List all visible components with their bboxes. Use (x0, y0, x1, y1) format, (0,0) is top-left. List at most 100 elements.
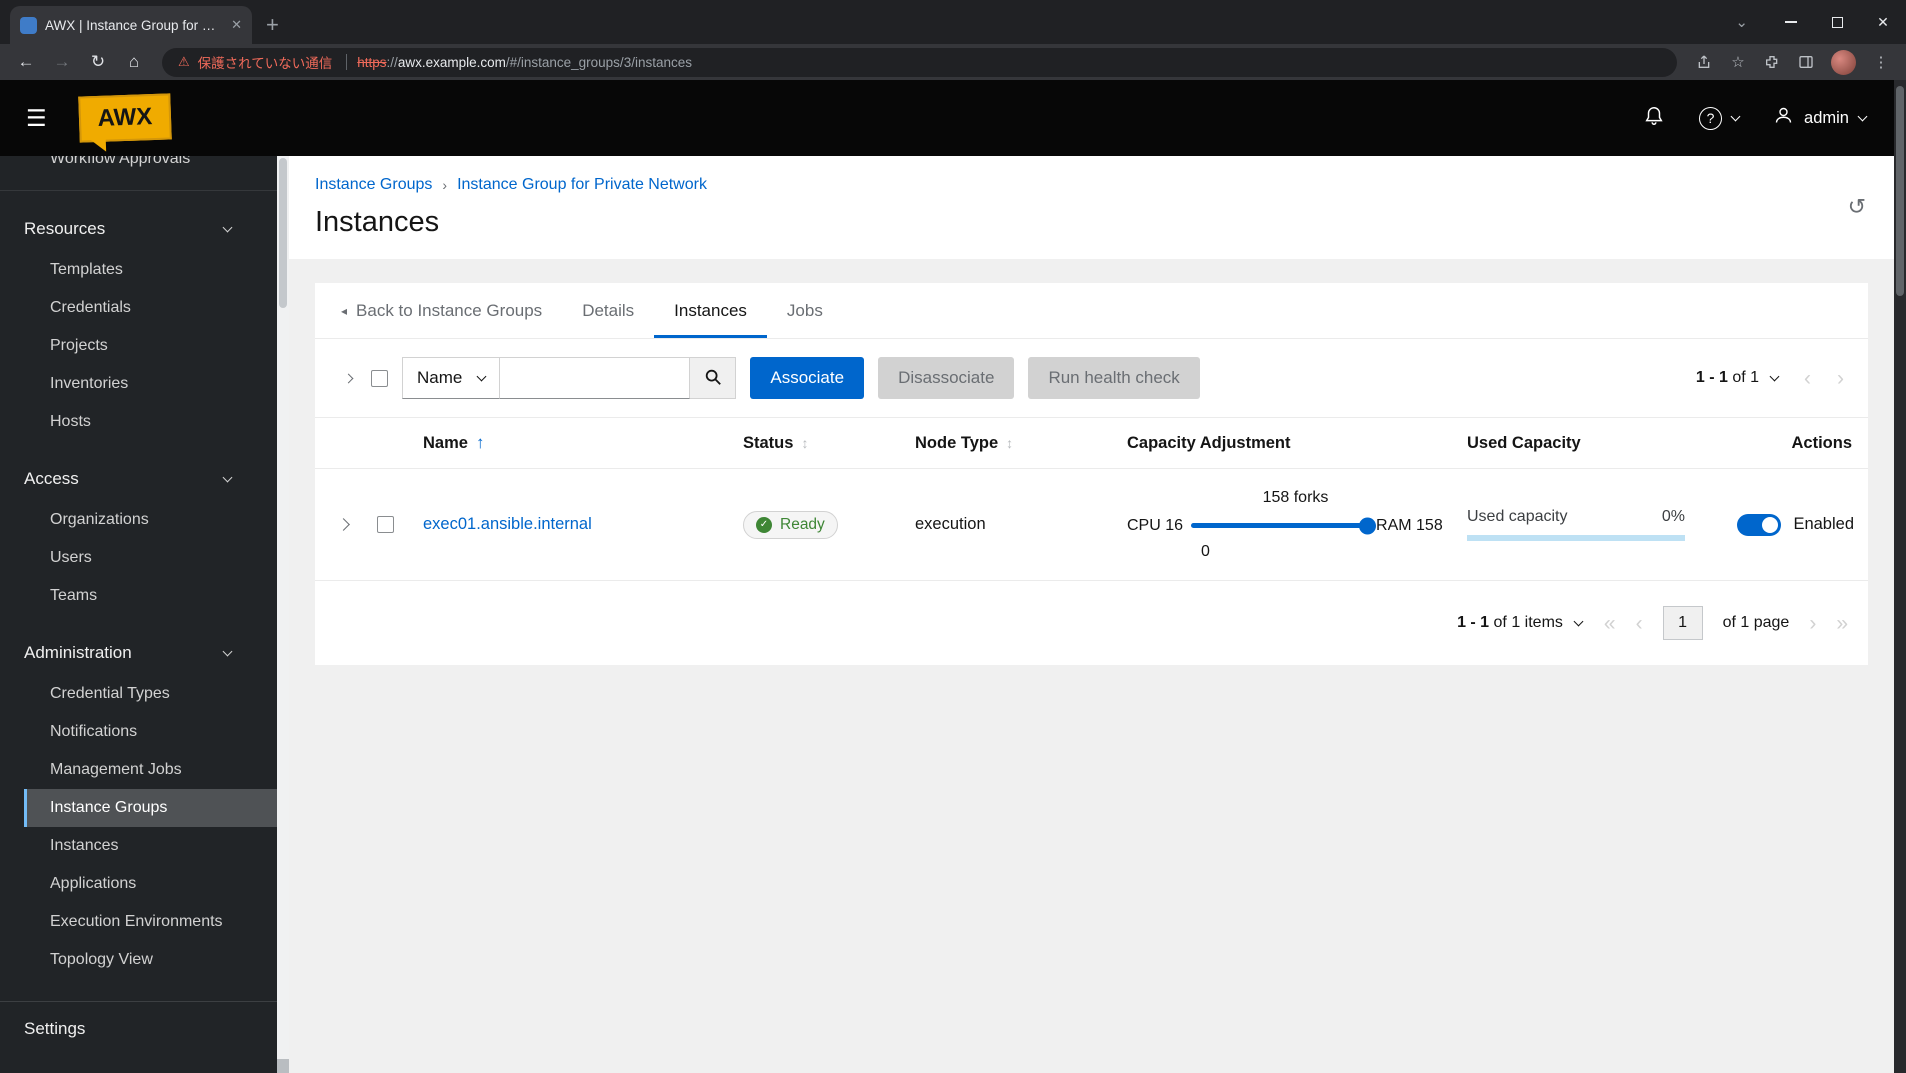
sort-ascending-icon[interactable]: ↑ (476, 433, 485, 453)
previous-page-button[interactable]: ‹ (1636, 613, 1643, 634)
run-health-check-button[interactable]: Run health check (1028, 357, 1200, 399)
toggle-knob (1762, 516, 1779, 533)
column-header-capacity-adjustment: Capacity Adjustment (1127, 433, 1291, 452)
browser-menu-kebab-icon[interactable]: ⋮ (1866, 53, 1896, 71)
masthead: ☰ AWX ? admin (0, 80, 1906, 156)
window-minimize-button[interactable] (1768, 0, 1814, 44)
page-scrollbar[interactable] (1894, 80, 1906, 1073)
notifications-bell-icon[interactable] (1643, 105, 1665, 132)
enabled-toggle[interactable] (1737, 513, 1782, 536)
nav-group-header-resources[interactable]: Resources (0, 207, 277, 251)
tab-close-icon[interactable]: ✕ (231, 17, 242, 33)
pagination-summary-dropdown[interactable]: 1 - 1 of 1 (1696, 369, 1780, 387)
tab-search-chevron-icon[interactable]: ⌄ (1735, 13, 1748, 31)
username-label: admin (1804, 108, 1849, 127)
extensions-puzzle-icon[interactable] (1757, 54, 1787, 70)
capacity-slider-thumb[interactable] (1359, 517, 1377, 534)
nav-toggle-hamburger-icon[interactable]: ☰ (26, 105, 47, 132)
slider-min-label: 0 (1201, 542, 1210, 560)
side-panel-icon[interactable] (1791, 54, 1821, 70)
breadcrumb-instance-groups[interactable]: Instance Groups (315, 176, 432, 194)
sidebar-item-hosts[interactable]: Hosts (24, 403, 277, 441)
profile-avatar[interactable] (1831, 49, 1856, 75)
help-menu[interactable]: ? (1699, 106, 1741, 130)
insecure-warning-icon[interactable]: ⚠ (178, 54, 190, 70)
disassociate-button[interactable]: Disassociate (878, 357, 1015, 399)
sidebar-item-instance-groups[interactable]: Instance Groups (24, 789, 277, 827)
sidebar-item-credentials[interactable]: Credentials (24, 289, 277, 327)
forks-label: 158 forks (1262, 488, 1329, 506)
sort-icon[interactable]: ↕ (801, 435, 808, 451)
tab-jobs[interactable]: Jobs (767, 283, 843, 338)
toolbar-pagination: 1 - 1 of 1 ‹ › (1696, 368, 1844, 389)
sidebar-item-topology-view[interactable]: Topology View (24, 941, 277, 979)
window-maximize-button[interactable] (1814, 0, 1860, 44)
last-page-button[interactable]: » (1836, 613, 1848, 634)
sidebar-item-management-jobs[interactable]: Management Jobs (24, 751, 277, 789)
column-header-node-type[interactable]: Node Type ↕ (899, 434, 1111, 453)
browser-back-button[interactable]: ← (10, 52, 42, 72)
associate-button[interactable]: Associate (750, 357, 865, 399)
capacity-slider[interactable] (1191, 517, 1377, 534)
page-scrollbar-thumb[interactable] (1896, 86, 1904, 296)
back-to-instance-groups-link[interactable]: ◂ Back to Instance Groups (315, 283, 562, 338)
chevron-down-icon (222, 472, 233, 482)
sort-icon[interactable]: ↕ (1006, 435, 1013, 451)
tab-details[interactable]: Details (562, 283, 654, 338)
sidebar-item-users[interactable]: Users (24, 539, 277, 577)
browser-tab[interactable]: AWX | Instance Group for Private ✕ (10, 6, 252, 44)
window-close-button[interactable]: ✕ (1860, 0, 1906, 44)
status-badge: ✓ Ready (743, 510, 838, 539)
browser-home-button[interactable]: ⌂ (118, 52, 150, 72)
sidebar-item-notifications[interactable]: Notifications (24, 713, 277, 751)
sidebar-item-projects[interactable]: Projects (24, 327, 277, 365)
user-menu[interactable]: admin (1773, 105, 1868, 131)
next-page-button-footer[interactable]: › (1809, 613, 1816, 634)
sidebar-item-applications[interactable]: Applications (24, 865, 277, 903)
row-checkbox[interactable] (377, 516, 394, 533)
prev-page-button[interactable]: ‹ (1804, 368, 1811, 389)
ram-label: RAM 158 (1376, 516, 1443, 534)
first-page-button[interactable]: « (1604, 613, 1616, 634)
column-header-name[interactable]: Name ↑ (407, 433, 727, 453)
sidebar-item-settings[interactable]: Settings (0, 1001, 277, 1055)
search-input[interactable] (500, 357, 691, 399)
sidebar-scrollbar[interactable] (277, 156, 289, 1073)
expand-all-button[interactable] (339, 373, 357, 383)
bookmark-star-icon[interactable]: ☆ (1723, 53, 1753, 71)
sidebar-item-instances[interactable]: Instances (24, 827, 277, 865)
next-page-button[interactable]: › (1837, 368, 1844, 389)
current-page-input[interactable]: 1 (1662, 606, 1703, 640)
history-icon[interactable]: ↺ (1848, 196, 1866, 218)
select-all-checkbox[interactable] (371, 369, 388, 387)
sidebar-item-templates[interactable]: Templates (24, 251, 277, 289)
address-bar[interactable]: ⚠ 保護されていない通信 https :// awx.example.com /… (162, 47, 1677, 77)
items-summary-dropdown[interactable]: 1 - 1 of 1 items (1457, 614, 1584, 632)
column-header-status[interactable]: Status ↕ (727, 434, 899, 453)
table-header-row: Name ↑ Status ↕ Node Type ↕ Capacity Adj… (315, 417, 1868, 469)
nav-group-header-administration[interactable]: Administration (0, 631, 277, 675)
instance-name-link[interactable]: exec01.ansible.internal (423, 515, 592, 533)
breadcrumb-instance-group-name[interactable]: Instance Group for Private Network (457, 176, 707, 194)
filter-key-select[interactable]: Name (402, 357, 501, 399)
sidebar-item-teams[interactable]: Teams (24, 577, 277, 615)
minimize-icon (1785, 21, 1797, 23)
sidebar-scrollbar-thumb[interactable] (279, 158, 287, 308)
nav-group-header-access[interactable]: Access (0, 457, 277, 501)
tab-instances[interactable]: Instances (654, 283, 767, 338)
row-expand-button[interactable] (315, 518, 363, 531)
browser-tab-strip: AWX | Instance Group for Private ✕ + ⌄ ✕ (0, 0, 1906, 44)
share-icon[interactable] (1689, 54, 1719, 70)
sidebar-item-execution-environments[interactable]: Execution Environments (24, 903, 277, 941)
node-type-value: execution (915, 515, 986, 533)
browser-reload-button[interactable]: ↻ (82, 52, 114, 72)
search-button[interactable] (690, 357, 737, 399)
new-tab-button[interactable]: + (266, 14, 279, 36)
chevron-down-icon (1857, 111, 1868, 121)
sidebar-item-credential-types[interactable]: Credential Types (24, 675, 277, 713)
sidebar-item-organizations[interactable]: Organizations (24, 501, 277, 539)
browser-forward-button[interactable]: → (46, 52, 78, 72)
sidebar-item-inventories[interactable]: Inventories (24, 365, 277, 403)
sidebar-scrollbar-button[interactable] (277, 1059, 289, 1073)
sidebar-item-workflow-approvals[interactable]: Workflow Approvals (24, 156, 277, 178)
